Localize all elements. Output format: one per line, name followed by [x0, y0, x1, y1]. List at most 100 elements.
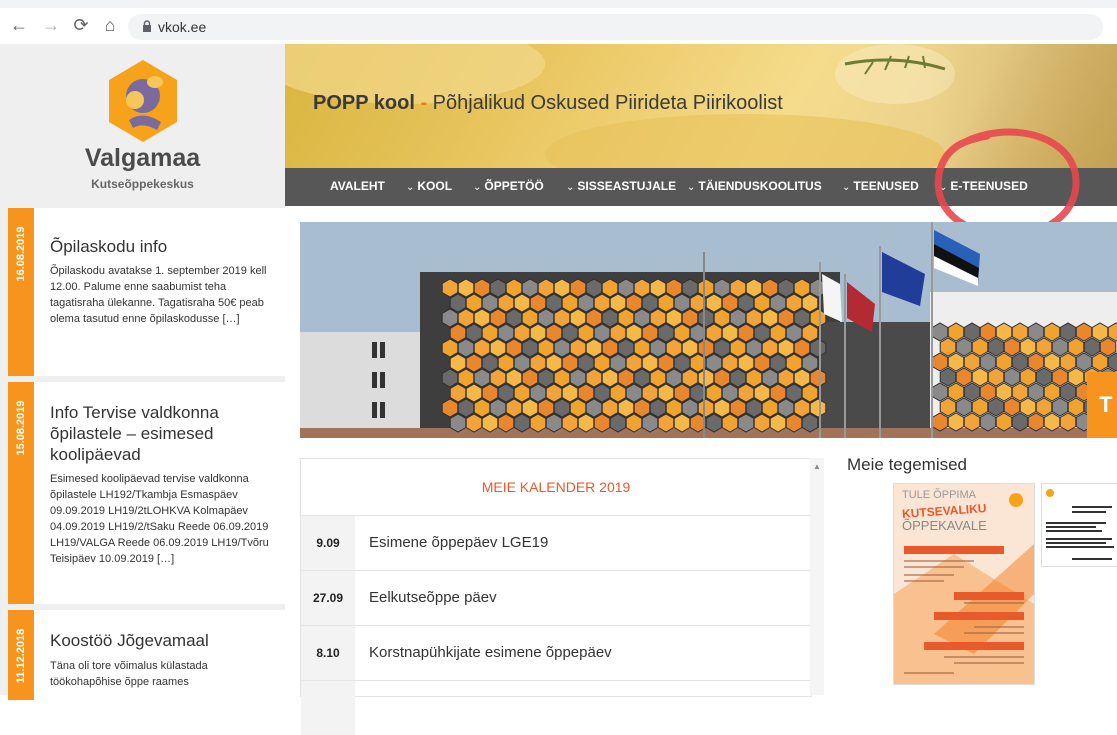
facade-hexagon: [1067, 397, 1085, 417]
facade-hexagon: [801, 353, 819, 373]
facade-hexagon: [1011, 382, 1029, 402]
lock-icon: [143, 20, 151, 32]
tab-strip: [0, 0, 1117, 8]
calendar-event[interactable]: Eelkutseõppe päev: [369, 571, 497, 625]
facade-hexagon: [971, 367, 989, 387]
calendar-scrollbar[interactable]: ▲: [810, 458, 824, 695]
facade-hexagon: [753, 293, 771, 313]
facade-hexagon: [955, 337, 973, 357]
facade-hexagon: [1051, 337, 1069, 357]
facade-hexagon: [529, 323, 547, 343]
news-item[interactable]: 11.12.2018 Koostöö Jõgevamaal Täna oli t…: [8, 610, 285, 700]
facade-hexagon: [947, 412, 965, 432]
facade-hexagon: [641, 353, 659, 373]
reload-icon[interactable]: ⟳: [70, 14, 92, 36]
facade-hexagon: [529, 413, 547, 433]
facade-hexagon: [641, 293, 659, 313]
chevron-down-icon: ⌄: [842, 182, 851, 193]
facade-hexagon: [441, 398, 459, 418]
facade-hexagon: [809, 338, 827, 358]
facade-hexagon: [489, 398, 507, 418]
activity-poster[interactable]: TULE ÕPPIMA KUTSEVALIKU ÕPPEKAVALE: [893, 483, 1035, 685]
menu-item-avaleht[interactable]: AVALEHT: [330, 179, 385, 193]
facade-hexagon: [481, 293, 499, 313]
facade-hexagon: [947, 382, 965, 402]
news-title[interactable]: Õpilaskodu info: [50, 236, 275, 257]
facade-hexagon: [497, 383, 515, 403]
menu-item-teenused[interactable]: ⌄ TEENUSED: [842, 179, 919, 193]
facade-hexagon: [995, 382, 1013, 402]
poster-line-3: ÕPPEKAVALE: [902, 518, 987, 533]
menu-item-oppetoo[interactable]: ⌄ ÕPPETÖÖ: [473, 179, 544, 193]
facade-hexagon: [617, 338, 635, 358]
facade-hexagon: [545, 413, 563, 433]
facade-hexagon: [1003, 367, 1021, 387]
facade-hexagon: [681, 368, 699, 388]
facade-hexagon: [801, 413, 819, 433]
calendar-row[interactable]: 8.10 Korstnapühkijate esimene õppepäev: [301, 626, 811, 681]
site-logo[interactable]: Valgamaa Kutseõppekeskus: [50, 44, 235, 204]
slider-caption[interactable]: T: [1087, 372, 1117, 438]
facade-hexagon: [705, 293, 723, 313]
calendar-title: MEIE KALENDER 2019: [301, 459, 811, 516]
facade-hexagon: [963, 412, 981, 432]
facade-hexagon: [513, 413, 531, 433]
facade-hexagon: [593, 383, 611, 403]
menu-item-kool[interactable]: ⌄ KOOL: [406, 179, 452, 193]
facade-hexagon: [513, 383, 531, 403]
facade-hexagon: [971, 337, 989, 357]
facade-hexagon: [617, 308, 635, 328]
facade-hexagon: [545, 293, 563, 313]
facade-hexagon: [577, 413, 595, 433]
facade-hexagon: [625, 413, 643, 433]
news-title[interactable]: Info Tervise valdkonna õpilastele – esim…: [50, 402, 275, 465]
calendar-row[interactable]: 27.09 Eelkutseõppe päev: [301, 571, 811, 626]
facade-hexagon: [721, 323, 739, 343]
scroll-up-icon[interactable]: ▲: [813, 462, 821, 471]
news-item[interactable]: 15.08.2019 Info Tervise valdkonna õpilas…: [8, 382, 285, 604]
facade-hexagon: [713, 338, 731, 358]
facade-hexagon: [793, 308, 811, 328]
facade-hexagon: [1067, 337, 1085, 357]
facade-hexagon: [801, 383, 819, 403]
facade-hexagon: [665, 308, 683, 328]
facade-hexagon: [713, 308, 731, 328]
menu-item-sisseastujale[interactable]: ⌄ SISSEASTUJALE: [566, 179, 676, 193]
facade-hexagon: [657, 383, 675, 403]
calendar-row[interactable]: [301, 681, 811, 735]
facade-hexagon: [545, 353, 563, 373]
activity-poster[interactable]: [1041, 483, 1117, 567]
facade-hexagon: [529, 353, 547, 373]
facade-hexagon: [577, 293, 595, 313]
facade-hexagon: [497, 413, 515, 433]
facade-hexagon: [521, 398, 539, 418]
facade-hexagon: [657, 293, 675, 313]
facade-hexagon: [505, 398, 523, 418]
facade-hexagon: [705, 413, 723, 433]
calendar-row[interactable]: 9.09 Esimene õppepäev LGE19: [301, 516, 811, 571]
facade-hexagon: [745, 338, 763, 358]
home-icon[interactable]: ⌂: [99, 14, 121, 36]
facade-hexagon: [489, 338, 507, 358]
facade-hexagon: [545, 323, 563, 343]
facade-hexagon: [505, 278, 523, 298]
facade-hexagon: [569, 368, 587, 388]
facade-hexagon: [1043, 352, 1061, 372]
facade-hexagon: [561, 413, 579, 433]
menu-item-taienduskoolitus[interactable]: ⌄ TÄIENDUSKOOLITUS: [687, 179, 822, 193]
facade-hexagon: [729, 368, 747, 388]
facade-hexagon: [449, 323, 467, 343]
back-icon[interactable]: ←: [8, 14, 30, 36]
facade-hexagon: [995, 352, 1013, 372]
address-bar[interactable]: vkok.ee: [128, 14, 1103, 40]
header-title: POPP kool - Põhjalikud Oskused Piirideta…: [313, 92, 783, 114]
facade-hexagon: [1019, 367, 1037, 387]
calendar-event[interactable]: Esimene õppepäev LGE19: [369, 516, 548, 570]
facade-hexagon: [601, 398, 619, 418]
news-title[interactable]: Koostöö Jõgevamaal: [50, 630, 275, 651]
facade-hexagon: [1083, 337, 1101, 357]
news-excerpt: Esimesed koolipäevad tervise valdkonna õ…: [50, 473, 269, 565]
news-item[interactable]: 16.08.2019 Õpilaskodu info Õpilaskodu av…: [8, 208, 285, 376]
calendar-event[interactable]: Korstnapühkijate esimene õppepäev: [369, 626, 612, 680]
forward-icon[interactable]: →: [40, 14, 62, 36]
